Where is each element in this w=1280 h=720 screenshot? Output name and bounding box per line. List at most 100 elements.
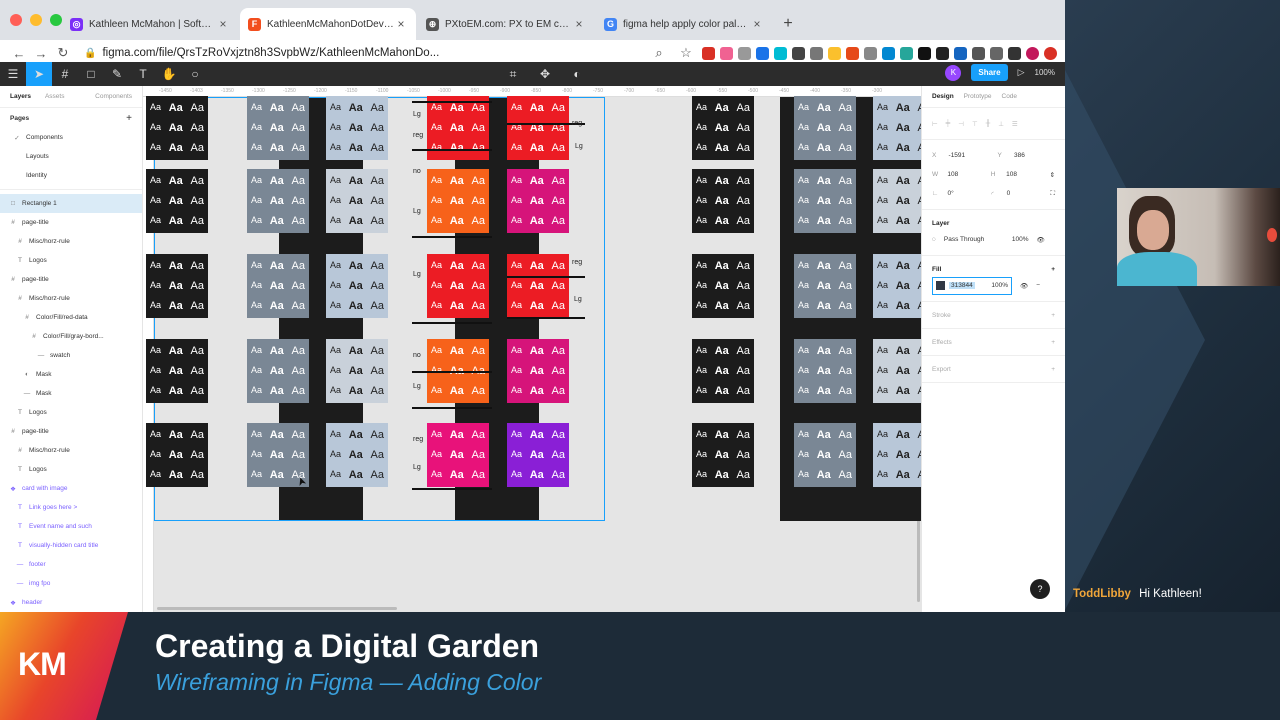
type-swatch[interactable]: AaAaAaAaAaAaAaAaAa (507, 339, 569, 403)
fill-color-chip[interactable] (936, 281, 945, 290)
type-swatch[interactable]: AaAaAaAaAaAaAaAaAa (507, 423, 569, 487)
extension-icon[interactable] (882, 46, 895, 60)
extension-icon[interactable] (846, 46, 859, 60)
extension-icon[interactable] (1044, 46, 1057, 60)
tab-prototype[interactable]: Prototype (964, 93, 992, 100)
type-swatch[interactable]: AaAaAaAaAaAaAaAaAa (873, 339, 921, 403)
layer-item[interactable]: T Logos (0, 460, 142, 479)
x-field[interactable]: -1591 (949, 152, 990, 159)
remove-fill-icon[interactable]: − (1036, 282, 1040, 289)
extension-icon[interactable] (936, 46, 949, 60)
type-swatch[interactable]: AaAaAaAaAaAaAaAaAa (507, 169, 569, 233)
close-window-button[interactable] (10, 14, 22, 26)
type-swatch[interactable]: AaAaAaAaAaAaAaAaAa (692, 96, 754, 160)
extension-icon[interactable] (738, 46, 751, 60)
design-canvas[interactable]: -1450 -1403 -1350 -1300 -1250 -1200 -1150 -1100… (143, 86, 921, 612)
type-swatch[interactable]: AaAaAaAaAaAaAaAaAa (794, 169, 856, 233)
page-item[interactable]: Layouts (0, 147, 142, 166)
frame-tool-icon[interactable]: # (52, 62, 78, 86)
type-swatch[interactable]: AaAaAaAaAaAaAaAaAa (427, 169, 489, 233)
tab-layers[interactable]: Layers (10, 93, 31, 100)
extension-icon[interactable] (954, 46, 967, 60)
blend-mode-select[interactable]: Pass Through (944, 236, 1004, 243)
type-swatch[interactable]: AaAaAaAaAaAaAaAaAa (507, 96, 569, 160)
contrast-icon[interactable]: ◐ (564, 62, 590, 86)
pen-tool-icon[interactable]: ✎ (104, 62, 130, 86)
menu-icon[interactable]: ☰ (0, 62, 26, 86)
layer-item[interactable]: # page-title (0, 422, 142, 441)
text-tool-icon[interactable]: T (130, 62, 156, 86)
fill-hex-input[interactable]: 313844 (949, 282, 975, 289)
type-swatch[interactable]: AaAaAaAaAaAaAaAaAa (692, 254, 754, 318)
y-field[interactable]: 386 (1014, 152, 1055, 159)
horizontal-scrollbar[interactable] (157, 607, 397, 610)
layer-item[interactable]: # page-title (0, 213, 142, 232)
extension-icon[interactable] (918, 46, 931, 60)
layer-item[interactable]: # Misc/horz-rule (0, 232, 142, 251)
extension-icon[interactable] (864, 46, 877, 60)
type-swatch[interactable]: AaAaAaAaAaAaAaAaAa (247, 254, 309, 318)
close-tab-icon[interactable]: × (750, 17, 764, 31)
extension-icon[interactable] (756, 46, 769, 60)
add-export-icon[interactable]: + (1051, 366, 1055, 373)
layer-item[interactable]: T Link goes here > (0, 498, 142, 517)
type-swatch[interactable]: AaAaAaAaAaAaAaAaAa (873, 169, 921, 233)
browser-tab[interactable]: ⊕ PXtoEM.com: PX to EM conversion× (418, 8, 594, 40)
share-button[interactable]: Share (971, 64, 1008, 81)
tab-assets[interactable]: Assets (45, 93, 65, 100)
add-stroke-icon[interactable]: + (1051, 312, 1055, 319)
type-swatch[interactable]: AaAaAaAaAaAaAaAaAa (873, 254, 921, 318)
layer-item[interactable]: # Misc/horz-rule (0, 441, 142, 460)
type-swatch[interactable]: AaAaAaAaAaAaAaAaAa (427, 254, 489, 318)
component-icon[interactable]: ⌗ (500, 62, 526, 86)
layer-item[interactable]: # Color/Fill/red-data (0, 308, 142, 327)
components-dropdown[interactable]: Components (95, 93, 132, 100)
type-swatch[interactable]: AaAaAaAaAaAaAaAaAa (692, 423, 754, 487)
extension-icon[interactable] (1008, 46, 1021, 60)
type-swatch[interactable]: AaAaAaAaAaAaAaAaAa (146, 169, 208, 233)
boolean-icon[interactable]: ✥ (532, 62, 558, 86)
layer-item[interactable]: T Logos (0, 251, 142, 270)
type-swatch[interactable]: AaAaAaAaAaAaAaAaAa (794, 96, 856, 160)
layer-item[interactable]: # Color/Fill/gray-bord... (0, 327, 142, 346)
extension-icon[interactable] (702, 46, 715, 60)
add-effect-icon[interactable]: + (1051, 339, 1055, 346)
bookmark-star-icon[interactable]: ☆ (675, 45, 697, 61)
layer-item[interactable]: # Misc/horz-rule (0, 289, 142, 308)
add-page-icon[interactable]: + (126, 113, 132, 124)
type-swatch[interactable]: AaAaAaAaAaAaAaAaAa (326, 339, 388, 403)
layer-item[interactable]: — img fpo (0, 574, 142, 593)
tab-design[interactable]: Design (932, 93, 954, 100)
type-swatch[interactable]: AaAaAaAaAaAaAaAaAa (146, 254, 208, 318)
layer-item[interactable]: ❖ header (0, 593, 142, 612)
back-button[interactable]: ← (8, 46, 30, 61)
height-field[interactable]: 108 (1006, 171, 1041, 178)
extension-icon[interactable] (972, 46, 985, 60)
help-button[interactable]: ? (1030, 579, 1050, 599)
layer-item[interactable]: # page-title (0, 270, 142, 289)
maximize-window-button[interactable] (50, 14, 62, 26)
layer-opacity[interactable]: 100% (1012, 236, 1029, 243)
align-center-icon[interactable]: ╪ (946, 120, 951, 127)
close-tab-icon[interactable]: × (216, 17, 230, 31)
type-swatch[interactable]: AaAaAaAaAaAaAaAaAa (146, 423, 208, 487)
profile-avatar[interactable] (1026, 46, 1039, 60)
align-right-icon[interactable]: ⊣ (958, 120, 964, 128)
extension-icon[interactable] (720, 46, 733, 60)
hand-tool-icon[interactable]: ✋ (156, 62, 182, 86)
address-bar[interactable]: 🔒 figma.com/file/QrsTzRoVxjztn8h3SvpbWz/… (84, 42, 464, 64)
fill-color-field[interactable]: 313844 100% (932, 276, 1012, 295)
minimize-window-button[interactable] (30, 14, 42, 26)
forward-button[interactable]: → (30, 46, 52, 61)
comment-tool-icon[interactable]: ○ (182, 62, 208, 86)
layer-item[interactable]: □ Rectangle 1 (0, 194, 142, 213)
type-swatch[interactable]: AaAaAaAaAaAaAaAaAa (692, 339, 754, 403)
type-swatch[interactable]: AaAaAaAaAaAaAaAaAa (326, 169, 388, 233)
fill-visibility-icon[interactable]: 👁 (1020, 282, 1028, 290)
layer-item[interactable]: — swatch (0, 346, 142, 365)
zoom-level[interactable]: 100% (1035, 68, 1055, 77)
type-swatch[interactable]: AaAaAaAaAaAaAaAaAa (146, 339, 208, 403)
shape-tool-icon[interactable]: □ (78, 62, 104, 86)
type-swatch[interactable]: AaAaAaAaAaAaAaAaAa (794, 339, 856, 403)
extension-icon[interactable] (828, 46, 841, 60)
